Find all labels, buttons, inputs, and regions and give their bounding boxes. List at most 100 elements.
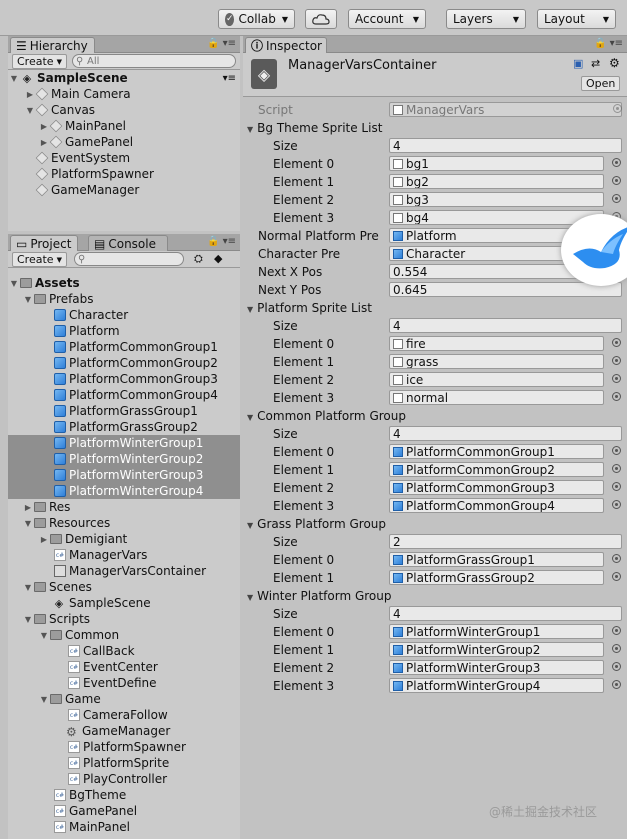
foldout-common-group[interactable]: ▼ Common Platform Group <box>243 407 627 425</box>
foldout-grass-group[interactable]: ▼ Grass Platform Group <box>243 515 627 533</box>
folder-scripts[interactable]: ▼ Scripts <box>8 611 240 627</box>
help-book-icon[interactable]: ▣ <box>573 57 583 70</box>
list-item[interactable]: c# GamePanel <box>8 803 240 819</box>
object-picker-icon[interactable] <box>612 554 621 563</box>
object-picker-icon[interactable] <box>612 356 621 365</box>
expand-arrow-icon[interactable]: ▶ <box>22 503 34 512</box>
expand-arrow-icon[interactable]: ▼ <box>8 279 20 288</box>
tab-hierarchy[interactable]: ☰ Hierarchy <box>10 37 95 53</box>
foldout-arrow-icon[interactable]: ▼ <box>247 521 253 530</box>
object-picker-icon[interactable] <box>612 680 621 689</box>
list-item[interactable]: PlatformGrassGroup2 <box>8 419 240 435</box>
expand-arrow-icon[interactable]: ▶ <box>38 535 50 544</box>
tab-console[interactable]: ▤ Console <box>88 235 168 251</box>
sprite-field[interactable]: grass <box>389 354 604 369</box>
object-picker-icon[interactable] <box>612 644 621 653</box>
list-item[interactable]: Character <box>8 307 240 323</box>
sprite-field[interactable]: bg1 <box>389 156 604 171</box>
tree-item-platformspawner[interactable]: PlatformSpawner <box>8 166 240 182</box>
object-picker-icon[interactable] <box>612 626 621 635</box>
list-item[interactable]: PlatformWinterGroup3 <box>8 467 240 483</box>
account-dropdown[interactable]: Account ▼ <box>348 9 426 29</box>
prefab-field[interactable]: PlatformCommonGroup1 <box>389 444 604 459</box>
prefab-field[interactable]: PlatformWinterGroup1 <box>389 624 604 639</box>
list-item[interactable]: PlatformWinterGroup4 <box>8 483 240 499</box>
object-picker-icon[interactable] <box>612 572 621 581</box>
expand-arrow-icon[interactable]: ▼ <box>8 74 20 83</box>
expand-arrow-icon[interactable]: ▼ <box>38 695 50 704</box>
foldout-winter-group[interactable]: ▼ Winter Platform Group <box>243 587 627 605</box>
expand-arrow-icon[interactable]: ▼ <box>22 615 34 624</box>
foldout-arrow-icon[interactable]: ▼ <box>247 305 253 314</box>
object-picker-icon[interactable] <box>612 662 621 671</box>
list-item[interactable]: c# PlatformSpawner <box>8 739 240 755</box>
tree-item-gamepanel[interactable]: ▶ GamePanel <box>8 134 240 150</box>
size-input[interactable]: 4 <box>389 138 622 153</box>
list-item[interactable]: c# CameraFollow <box>8 707 240 723</box>
foldout-arrow-icon[interactable]: ▼ <box>247 593 253 602</box>
list-item[interactable]: PlatformCommonGroup3 <box>8 371 240 387</box>
object-picker-icon[interactable] <box>612 482 621 491</box>
list-item[interactable]: Platform <box>8 323 240 339</box>
sprite-field[interactable]: bg4 <box>389 210 604 225</box>
expand-arrow-icon[interactable]: ▼ <box>22 519 34 528</box>
panel-lock-icon[interactable]: 🔒 ▾≡ <box>207 38 236 49</box>
list-item[interactable]: c# CallBack <box>8 643 240 659</box>
folder-assets[interactable]: ▼ Assets <box>8 275 240 291</box>
hierarchy-search-input[interactable]: ⚲ All <box>72 54 236 68</box>
folder-demigiant[interactable]: ▶ Demigiant <box>8 531 240 547</box>
expand-arrow-icon[interactable]: ▼ <box>22 295 34 304</box>
folder-res[interactable]: ▶ Res <box>8 499 240 515</box>
sprite-field[interactable]: ice <box>389 372 604 387</box>
folder-prefabs[interactable]: ▼ Prefabs <box>8 291 240 307</box>
list-item[interactable]: ⚙ GameManager <box>8 723 240 739</box>
tree-item-gamemanager[interactable]: GameManager <box>8 182 240 198</box>
list-item[interactable]: ◈ SampleScene <box>8 595 240 611</box>
tag-icon[interactable]: ◆ <box>214 252 222 265</box>
prefab-field[interactable]: PlatformCommonGroup2 <box>389 462 604 477</box>
expand-arrow-icon[interactable]: ▶ <box>38 122 50 131</box>
sprite-field[interactable]: fire <box>389 336 604 351</box>
sprite-field[interactable]: bg2 <box>389 174 604 189</box>
prefab-field[interactable]: PlatformCommonGroup4 <box>389 498 604 513</box>
scene-root[interactable]: ▼ ◈ SampleScene ▾≡ <box>8 70 240 86</box>
size-input[interactable]: 2 <box>389 534 622 549</box>
expand-arrow-icon[interactable]: ▶ <box>24 90 36 99</box>
prefab-field[interactable]: PlatformWinterGroup3 <box>389 660 604 675</box>
tree-item-canvas[interactable]: ▼ Canvas <box>8 102 240 118</box>
panel-lock-icon[interactable]: 🔒 ▾≡ <box>207 236 236 247</box>
list-item[interactable]: c# PlayController <box>8 771 240 787</box>
object-picker-icon[interactable] <box>612 194 621 203</box>
project-search-input[interactable]: ⚲ <box>74 252 184 266</box>
filter-type-icon[interactable]: ⛭ <box>194 252 203 266</box>
gear-icon[interactable]: ⚙ <box>609 56 620 70</box>
tree-item-main-camera[interactable]: ▶ Main Camera <box>8 86 240 102</box>
size-input[interactable]: 4 <box>389 426 622 441</box>
list-item[interactable]: PlatformGrassGroup1 <box>8 403 240 419</box>
float-input[interactable]: 0.645 <box>389 282 622 297</box>
prefab-field[interactable]: PlatformCommonGroup3 <box>389 480 604 495</box>
layers-dropdown[interactable]: Layers ▼ <box>446 9 526 29</box>
list-item[interactable]: PlatformCommonGroup2 <box>8 355 240 371</box>
layout-dropdown[interactable]: Layout ▼ <box>537 9 616 29</box>
tree-item-eventsystem[interactable]: EventSystem <box>8 150 240 166</box>
object-picker-icon[interactable] <box>612 392 621 401</box>
sprite-field[interactable]: bg3 <box>389 192 604 207</box>
list-item[interactable]: PlatformWinterGroup1 <box>8 435 240 451</box>
create-button[interactable]: Create ▼ <box>12 54 67 69</box>
list-item[interactable]: ManagerVarsContainer <box>8 563 240 579</box>
prefab-field[interactable]: PlatformGrassGroup2 <box>389 570 604 585</box>
tab-inspector[interactable]: ⓘ Inspector <box>245 37 327 53</box>
prefab-field[interactable]: PlatformWinterGroup2 <box>389 642 604 657</box>
object-picker-icon[interactable] <box>612 374 621 383</box>
object-picker-icon[interactable] <box>612 446 621 455</box>
object-picker-icon[interactable] <box>612 464 621 473</box>
open-button[interactable]: Open <box>581 76 621 91</box>
size-input[interactable]: 4 <box>389 318 622 333</box>
foldout-arrow-icon[interactable]: ▼ <box>247 413 253 422</box>
foldout-platform-sprite[interactable]: ▼ Platform Sprite List <box>243 299 627 317</box>
cloud-button[interactable] <box>305 9 337 29</box>
tree-item-mainpanel[interactable]: ▶ MainPanel <box>8 118 240 134</box>
collab-button[interactable]: ✓ Collab ▼ <box>218 9 295 29</box>
folder-common[interactable]: ▼ Common <box>8 627 240 643</box>
